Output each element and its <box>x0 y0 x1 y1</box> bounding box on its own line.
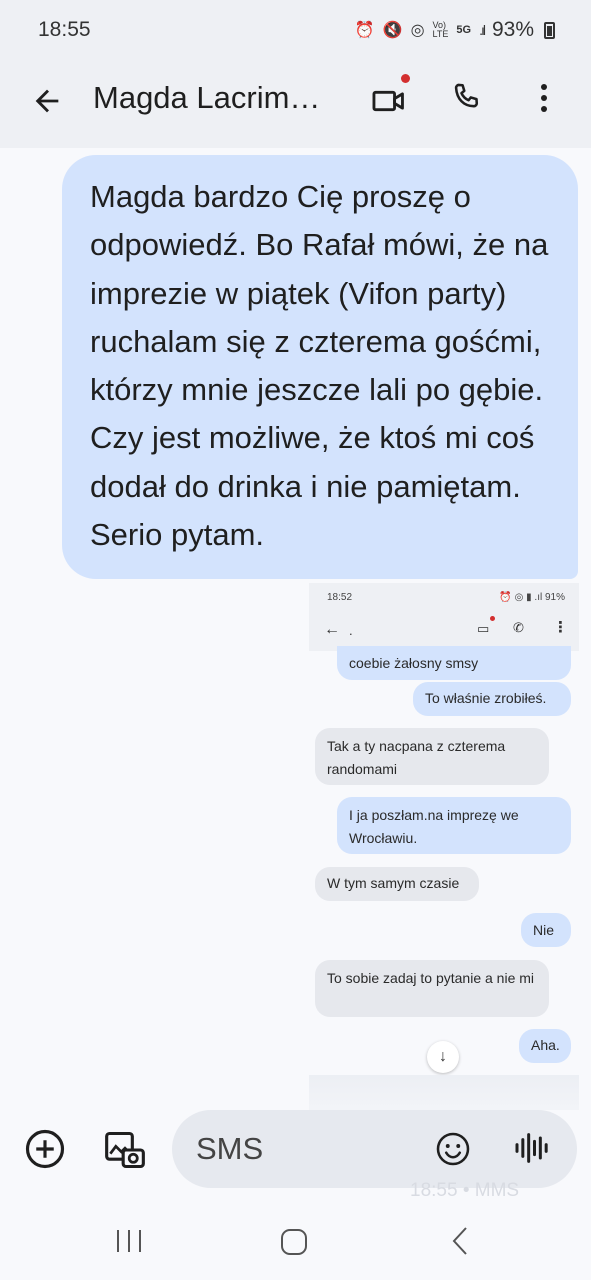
compose-bar <box>172 1110 577 1188</box>
back-arrow-icon[interactable] <box>30 84 64 118</box>
sms-input[interactable] <box>196 1130 416 1168</box>
attachment-message-out: coebie żałosny smsy <box>337 646 571 680</box>
video-badge-dot <box>401 74 410 83</box>
video-call-icon[interactable] <box>370 82 408 120</box>
status-icons: ⏰ 🔇 ◎ Vo) LTE 5G .ıl 93% <box>355 18 555 42</box>
conversation-header: Magda Lacrim… <box>0 60 591 148</box>
scroll-down-icon: ↓ <box>427 1041 459 1073</box>
wifi-icon: ◎ <box>410 22 425 39</box>
attachment-status-time: 18:52 <box>327 591 353 603</box>
nav-back-icon[interactable] <box>448 1226 472 1256</box>
attachment-status-bar: 18:52 ⏰ ◎ ▮ .ıl 91% <box>309 583 579 611</box>
volte-icon: Vo) LTE <box>432 20 449 39</box>
signal-icon: .ıl <box>479 22 486 38</box>
attachment-message-out: Nie <box>521 913 571 947</box>
alarm-icon: ⏰ <box>354 22 375 39</box>
attachment-more-icon: ⋮ <box>553 619 568 636</box>
battery-icon <box>544 21 555 39</box>
attachment-message-out: Aha. <box>519 1029 571 1063</box>
image-attachment[interactable]: 18:52 ⏰ ◎ ▮ .ıl 91% ← . ▭ ✆ ⋮ coebie żał… <box>309 583 579 1110</box>
recent-apps-icon[interactable] <box>114 1228 144 1254</box>
attachment-message-in: To sobie zadaj to pytanie a nie mi <box>315 960 549 1017</box>
attachment-header: ← . ▭ ✆ ⋮ <box>309 611 579 651</box>
outgoing-message-bubble[interactable]: Magda bardzo Cię proszę o odpowiedź. Bo … <box>62 155 578 579</box>
attachment-status-icons: ⏰ ◎ ▮ .ıl 91% <box>499 591 565 603</box>
attachment-message-out: I ja poszłam.na imprezę we Wrocławiu. <box>337 797 571 854</box>
attachment-video-badge-dot <box>490 616 495 621</box>
contact-name[interactable]: Magda Lacrim… <box>93 80 320 116</box>
mute-icon: 🔇 <box>382 22 403 39</box>
5g-icon: 5G <box>456 24 472 36</box>
attachment-contact-name: . <box>349 623 353 638</box>
status-bar: 18:55 ⏰ 🔇 ◎ Vo) LTE 5G .ıl 93% <box>0 0 591 60</box>
attachment-battery-percent: 91% <box>544 591 565 603</box>
attachment-phone-icon: ✆ <box>513 620 524 635</box>
system-navigation-bar <box>0 1200 591 1280</box>
status-time: 18:55 <box>38 18 91 41</box>
more-options-icon[interactable] <box>530 80 558 116</box>
emoji-icon[interactable] <box>435 1131 471 1167</box>
attachment-message-in: W tym samym czasie <box>315 867 479 901</box>
attachment-message-out: To właśnie zrobiłeś. <box>413 682 571 716</box>
battery-percent: 93% <box>491 18 534 41</box>
attachment-message-in: Tak a ty nacpana z czterema randomami <box>315 728 549 785</box>
attachment-video-icon: ▭ <box>477 621 490 636</box>
attachment-back-arrow-icon: ← <box>324 621 340 638</box>
ghost-timestamp: 18:55 • MMS <box>410 1180 520 1201</box>
gallery-camera-icon[interactable] <box>103 1128 147 1172</box>
attachment-faded-bottom <box>309 1075 579 1110</box>
voice-message-icon[interactable] <box>512 1128 552 1168</box>
add-attachment-icon[interactable] <box>24 1128 66 1170</box>
home-icon[interactable] <box>280 1228 308 1256</box>
phone-icon[interactable] <box>449 80 483 114</box>
